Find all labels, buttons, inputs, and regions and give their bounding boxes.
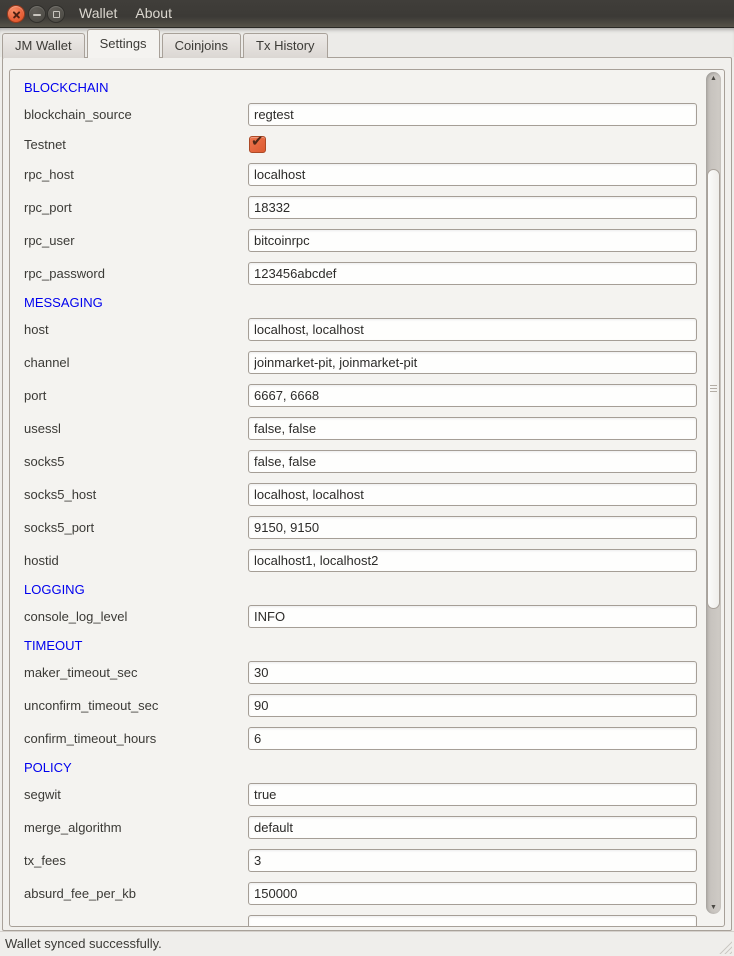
status-message: Wallet synced successfully. [5, 932, 162, 956]
field-label-socks5-host: socks5_host [24, 483, 96, 506]
field-label-segwit: segwit [24, 783, 61, 806]
maximize-button[interactable] [47, 5, 65, 23]
tab-list: JM Wallet Settings Coinjoins Tx History [2, 29, 330, 58]
tab-pane: BLOCKCHAIN blockchain_source Testnet ✔ rpc_h… [2, 57, 732, 931]
field-label-hostid: hostid [24, 549, 59, 572]
checkbox-testnet[interactable]: ✔ [249, 136, 266, 153]
field-label-rpc-host: rpc_host [24, 163, 74, 186]
section-header-policy: POLICY [24, 760, 72, 776]
field-label-console-log-level: console_log_level [24, 605, 127, 628]
field-input-usessl[interactable] [248, 417, 697, 440]
field-input-rpc-user[interactable] [248, 229, 697, 252]
tab-bar: JM Wallet Settings Coinjoins Tx History [0, 28, 734, 57]
field-label-rpc-user: rpc_user [24, 229, 75, 252]
section-header-timeout: TIMEOUT [24, 638, 83, 654]
field-input-socks5[interactable] [248, 450, 697, 473]
settings-scroll-area: BLOCKCHAIN blockchain_source Testnet ✔ rpc_h… [9, 69, 725, 927]
field-input-blockchain-source[interactable] [248, 103, 697, 126]
field-label-maker-timeout-sec: maker_timeout_sec [24, 661, 137, 684]
tab-tx-history[interactable]: Tx History [243, 33, 328, 58]
menu-bar: Wallet About [70, 0, 181, 28]
field-input-port[interactable] [248, 384, 697, 407]
minimize-icon [33, 14, 41, 16]
field-label-rpc-port: rpc_port [24, 196, 72, 219]
field-input-hostid[interactable] [248, 549, 697, 572]
field-label-host: host [24, 318, 49, 341]
tab-jm-wallet[interactable]: JM Wallet [2, 33, 85, 58]
section-header-logging: LOGGING [24, 582, 85, 598]
status-bar: Wallet synced successfully. [0, 931, 734, 956]
maximize-icon [53, 11, 60, 18]
field-label-port: port [24, 384, 46, 407]
settings-form: BLOCKCHAIN blockchain_source Testnet ✔ rpc_h… [10, 70, 724, 926]
field-input-unconfirm-timeout-sec[interactable] [248, 694, 697, 717]
field-label-merge-algorithm: merge_algorithm [24, 816, 122, 839]
menu-item-about[interactable]: About [126, 0, 181, 28]
field-input-socks5-host[interactable] [248, 483, 697, 506]
field-label-socks5: socks5 [24, 450, 64, 473]
section-header-blockchain: BLOCKCHAIN [24, 80, 109, 96]
tab-settings[interactable]: Settings [87, 29, 160, 58]
app-window: Wallet About JM Wallet Settings Coinjoins T… [0, 0, 734, 956]
tab-label: Tx History [256, 38, 315, 53]
field-label-testnet: Testnet [24, 136, 66, 153]
tab-coinjoins[interactable]: Coinjoins [162, 33, 241, 58]
field-label-tx-fees: tx_fees [24, 849, 66, 872]
field-label-channel: channel [24, 351, 70, 374]
field-input-host[interactable] [248, 318, 697, 341]
section-header-messaging: MESSAGING [24, 295, 103, 311]
field-input-channel[interactable] [248, 351, 697, 374]
tab-label: Coinjoins [175, 38, 228, 53]
tab-label: JM Wallet [15, 38, 72, 53]
title-bar: Wallet About [0, 0, 734, 28]
field-input-rpc-password[interactable] [248, 262, 697, 285]
field-input-partial[interactable] [248, 915, 697, 927]
field-label-unconfirm-timeout-sec: unconfirm_timeout_sec [24, 694, 158, 717]
field-label-socks5-port: socks5_port [24, 516, 94, 539]
close-button[interactable] [7, 5, 25, 23]
field-input-absurd-fee-per-kb[interactable] [248, 882, 697, 905]
field-input-maker-timeout-sec[interactable] [248, 661, 697, 684]
field-input-rpc-port[interactable] [248, 196, 697, 219]
tab-label: Settings [100, 36, 147, 51]
field-label-confirm-timeout-hours: confirm_timeout_hours [24, 727, 156, 750]
field-input-console-log-level[interactable] [248, 605, 697, 628]
field-input-segwit[interactable] [248, 783, 697, 806]
field-input-tx-fees[interactable] [248, 849, 697, 872]
field-label-rpc-password: rpc_password [24, 262, 105, 285]
menu-item-wallet[interactable]: Wallet [70, 0, 126, 28]
field-input-confirm-timeout-hours[interactable] [248, 727, 697, 750]
field-input-socks5-port[interactable] [248, 516, 697, 539]
field-label-usessl: usessl [24, 417, 61, 440]
field-input-merge-algorithm[interactable] [248, 816, 697, 839]
minimize-button[interactable] [28, 5, 46, 23]
checkmark-icon: ✔ [251, 132, 264, 150]
scroll-up-icon[interactable]: ▲ [706, 75, 721, 82]
resize-grip-icon[interactable] [719, 941, 732, 954]
scrollbar-grip-icon [710, 385, 717, 393]
field-input-rpc-host[interactable] [248, 163, 697, 186]
scroll-down-icon[interactable]: ▼ [706, 904, 721, 911]
scrollbar-thumb[interactable] [707, 169, 720, 609]
field-label-blockchain-source: blockchain_source [24, 103, 132, 126]
field-label-absurd-fee-per-kb: absurd_fee_per_kb [24, 882, 136, 905]
